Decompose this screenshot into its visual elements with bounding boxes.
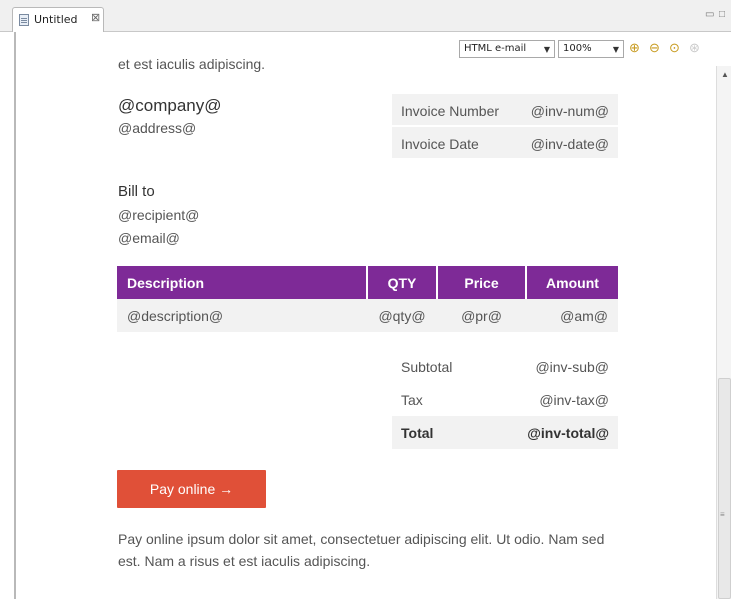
invoice-meta: Invoice Number @inv-num@ Invoice Date @i…	[392, 94, 618, 160]
total-row: Total @inv-total@	[392, 416, 618, 449]
tax-row: Tax @inv-tax@	[392, 383, 618, 416]
invoice-date-row: Invoice Date @inv-date@	[392, 127, 618, 160]
subtotal-value: @inv-sub@	[535, 359, 609, 375]
table-row: @description@ @qty@ @pr@ @am@	[117, 299, 618, 332]
zoom-select[interactable]: 100% ▼	[558, 40, 624, 58]
invoice-number-value: @inv-num@	[530, 103, 609, 119]
zoom-in-icon[interactable]: ⊕	[627, 41, 642, 56]
company-address: @address@	[118, 120, 197, 136]
preview-toolbar: HTML e-mail ▼ 100% ▼ ⊕ ⊖ ⊙ ⊛	[16, 32, 716, 66]
bill-to-heading: Bill to	[118, 183, 155, 200]
format-select[interactable]: HTML e-mail ▼	[459, 40, 555, 58]
tab-untitled[interactable]: Untitled ⊠	[12, 7, 104, 32]
close-icon[interactable]: ⊠	[91, 11, 100, 24]
header-description: Description	[117, 266, 368, 299]
format-select-value: HTML e-mail	[464, 43, 527, 54]
subtotal-row: Subtotal @inv-sub@	[392, 350, 618, 383]
subtotal-label: Subtotal	[401, 359, 453, 375]
zoom-actual-icon[interactable]: ⊙	[667, 41, 682, 56]
cell-description: @description@	[117, 299, 367, 332]
chevron-down-icon: ▼	[612, 45, 619, 54]
maximize-icon[interactable]: □	[719, 9, 725, 20]
header-amount: Amount	[526, 266, 618, 299]
pay-online-button[interactable]: Pay online →	[117, 470, 266, 508]
recipient: @recipient@	[118, 207, 200, 223]
header-price: Price	[437, 266, 527, 299]
chevron-down-icon: ▼	[543, 45, 550, 54]
cell-amount: @am@	[526, 299, 618, 332]
items-header-row: Description QTY Price Amount	[117, 266, 618, 299]
total-value: @inv-total@	[527, 425, 609, 441]
header-qty: QTY	[367, 266, 438, 299]
cell-qty: @qty@	[367, 299, 437, 332]
invoice-number-row: Invoice Number @inv-num@	[392, 94, 618, 127]
preview-pane: et est iaculis adipiscing. @company@ @ad…	[16, 58, 716, 599]
invoice-number-label: Invoice Number	[401, 103, 500, 119]
items-table: Description QTY Price Amount @descriptio…	[117, 266, 618, 332]
zoom-fit-icon[interactable]: ⊛	[687, 41, 702, 56]
invoice-date-value: @inv-date@	[530, 136, 609, 152]
zoom-out-icon[interactable]: ⊖	[647, 41, 662, 56]
editor-tab-bar: Untitled ⊠ ▭ □	[0, 0, 731, 32]
pay-online-text: Pay online ipsum dolor sit amet, consect…	[118, 531, 605, 569]
tax-label: Tax	[401, 392, 423, 408]
tab-label: Untitled	[34, 13, 78, 26]
scroll-up-icon[interactable]: ▲	[721, 70, 729, 79]
totals: Subtotal @inv-sub@ Tax @inv-tax@ Total @…	[392, 350, 618, 449]
total-label: Total	[401, 425, 434, 441]
scroll-grip-icon: ≡	[720, 510, 725, 519]
scroll-thumb[interactable]	[718, 378, 731, 599]
cell-price: @pr@	[437, 299, 526, 332]
invoice-date-label: Invoice Date	[401, 136, 479, 152]
document-icon	[19, 14, 29, 26]
company-name: @company@	[118, 96, 222, 115]
minimize-icon[interactable]: ▭	[705, 9, 714, 20]
recipient-email: @email@	[118, 230, 180, 246]
zoom-select-value: 100%	[563, 43, 592, 54]
tax-value: @inv-tax@	[539, 392, 609, 408]
vertical-scrollbar[interactable]: ▲ ≡	[716, 66, 731, 599]
